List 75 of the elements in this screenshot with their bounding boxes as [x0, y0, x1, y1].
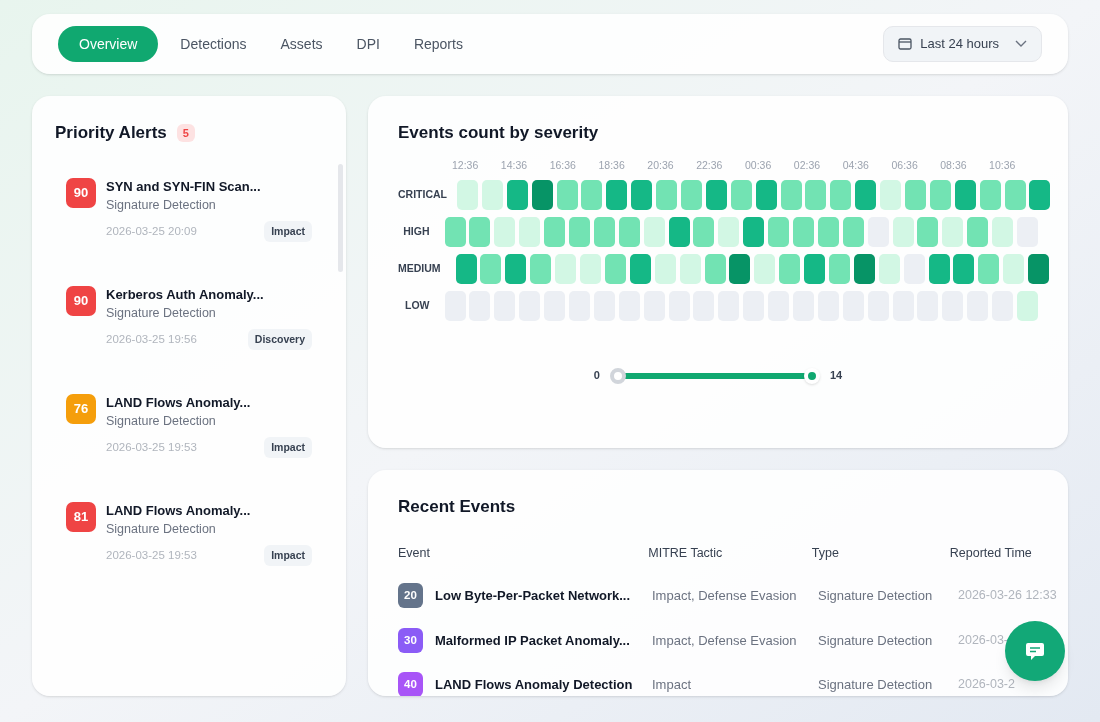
severity-label: HIGH: [402, 224, 431, 240]
score-badge: 76: [66, 393, 96, 424]
time-label: 08:36: [940, 157, 968, 173]
alert-source: Signature Detection: [106, 412, 217, 430]
table-cell-text: Signature Detection: [818, 587, 934, 605]
nav-tab[interactable]: Detections: [168, 26, 259, 62]
calendar-icon: [898, 38, 913, 50]
column-header: Event: [398, 545, 431, 563]
scrollbar-thumb[interactable]: [338, 164, 343, 272]
alert-time: 2026-03-25 19:53: [106, 547, 197, 563]
table-cell-text: Impact: [652, 676, 692, 694]
time-label: 00:36: [744, 157, 773, 173]
alert-item[interactable]: 76 LAND Flows Anomaly... Signature Detection 2026-03-25 19:53 Impact: [66, 393, 312, 460]
table-cell-text: Impact, Defense Evasion: [652, 587, 798, 605]
alert-name: LAND Flows Anomaly...: [106, 501, 252, 520]
score-badge: 40: [398, 672, 423, 696]
table-cell-text: 2026-03-: [958, 631, 1009, 649]
alert-source: Signature Detection: [106, 196, 217, 214]
chat-icon: [1025, 641, 1045, 661]
severity-label: LOW: [404, 298, 431, 314]
nav-tab[interactable]: Assets: [268, 26, 335, 62]
alert-name: SYN and SYN-FIN Scan...: [106, 177, 262, 196]
tactic-tag: Impact: [264, 436, 312, 459]
chevron-down-icon: [1015, 40, 1027, 48]
alert-name: LAND Flows Anomaly...: [106, 393, 252, 412]
time-range-dropdown[interactable]: Last 24 hours: [883, 26, 1042, 62]
score-badge: 30: [398, 627, 423, 653]
panel-title: Events count by severity: [398, 122, 600, 144]
event-name[interactable]: Low Byte-Per-Packet Network...: [435, 586, 631, 606]
score-badge: 81: [66, 501, 96, 532]
score-badge: 90: [66, 177, 96, 208]
severity-label: CRITICAL: [398, 187, 448, 203]
tactic-tag: Impact: [264, 220, 312, 243]
nav-tab[interactable]: DPI: [344, 26, 392, 62]
scale-max-label: 14: [829, 368, 843, 384]
time-label: 16:36: [549, 157, 577, 173]
tactic-tag: Impact: [264, 544, 312, 567]
event-name[interactable]: Malformed IP Packet Anomaly...: [435, 630, 630, 650]
alert-source: Signature Detection: [106, 520, 217, 538]
scale-min-label: 0: [593, 368, 600, 384]
column-header: MITRE Tactic: [648, 545, 724, 563]
count-badge: 5: [176, 123, 195, 142]
time-label: 10:36: [989, 157, 1017, 173]
panel-title: Priority Alerts: [55, 122, 167, 144]
score-badge: 20: [398, 583, 423, 609]
time-label: 20:36: [647, 157, 675, 173]
column-header: Type: [811, 545, 840, 563]
severity-label: MEDIUM: [398, 261, 442, 277]
time-label: 12:36: [452, 157, 480, 173]
alert-item[interactable]: 90 Kerberos Auth Anomaly... Signature Detection 2026-03-25 19:56 Discovery: [66, 285, 312, 352]
column-header: Reported Time: [949, 545, 1033, 563]
event-name[interactable]: LAND Flows Anomaly Detection: [435, 675, 633, 695]
table-cell-text: Impact, Defense Evasion: [652, 631, 798, 650]
time-label: 06:36: [891, 157, 919, 173]
score-badge: 90: [66, 285, 96, 316]
table-cell-text: Signature Detection: [818, 631, 934, 650]
time-label: 18:36: [598, 157, 626, 173]
time-label: 04:36: [842, 157, 870, 173]
table-cell-text: Signature Detection: [818, 676, 934, 694]
alert-item[interactable]: 81 LAND Flows Anomaly... Signature Detection 2026-03-25 19:53 Impact: [66, 501, 312, 568]
nav-tab[interactable]: Reports: [401, 26, 475, 62]
panel-title: Recent Events: [398, 496, 517, 518]
table-cell-text: 2026-03-26 12:33: [958, 587, 1057, 605]
alert-time: 2026-03-25 20:09: [106, 223, 197, 239]
time-label: 14:36: [500, 157, 529, 173]
alert-name: Kerberos Auth Anomaly...: [106, 285, 265, 304]
slider-handle[interactable]: [609, 367, 626, 384]
alert-source: Signature Detection: [106, 304, 217, 322]
alert-time: 2026-03-25 19:56: [106, 331, 197, 347]
tactic-tag: Discovery: [247, 328, 312, 351]
time-label: 02:36: [793, 157, 822, 173]
alert-item[interactable]: 90 SYN and SYN-FIN Scan... Signature Detection 2026-03-25 20:09 Impact: [66, 177, 312, 244]
table-cell-text: 2026-03-2: [958, 676, 1015, 694]
time-label: 22:36: [696, 157, 724, 173]
alert-time: 2026-03-25 19:53: [106, 439, 197, 455]
